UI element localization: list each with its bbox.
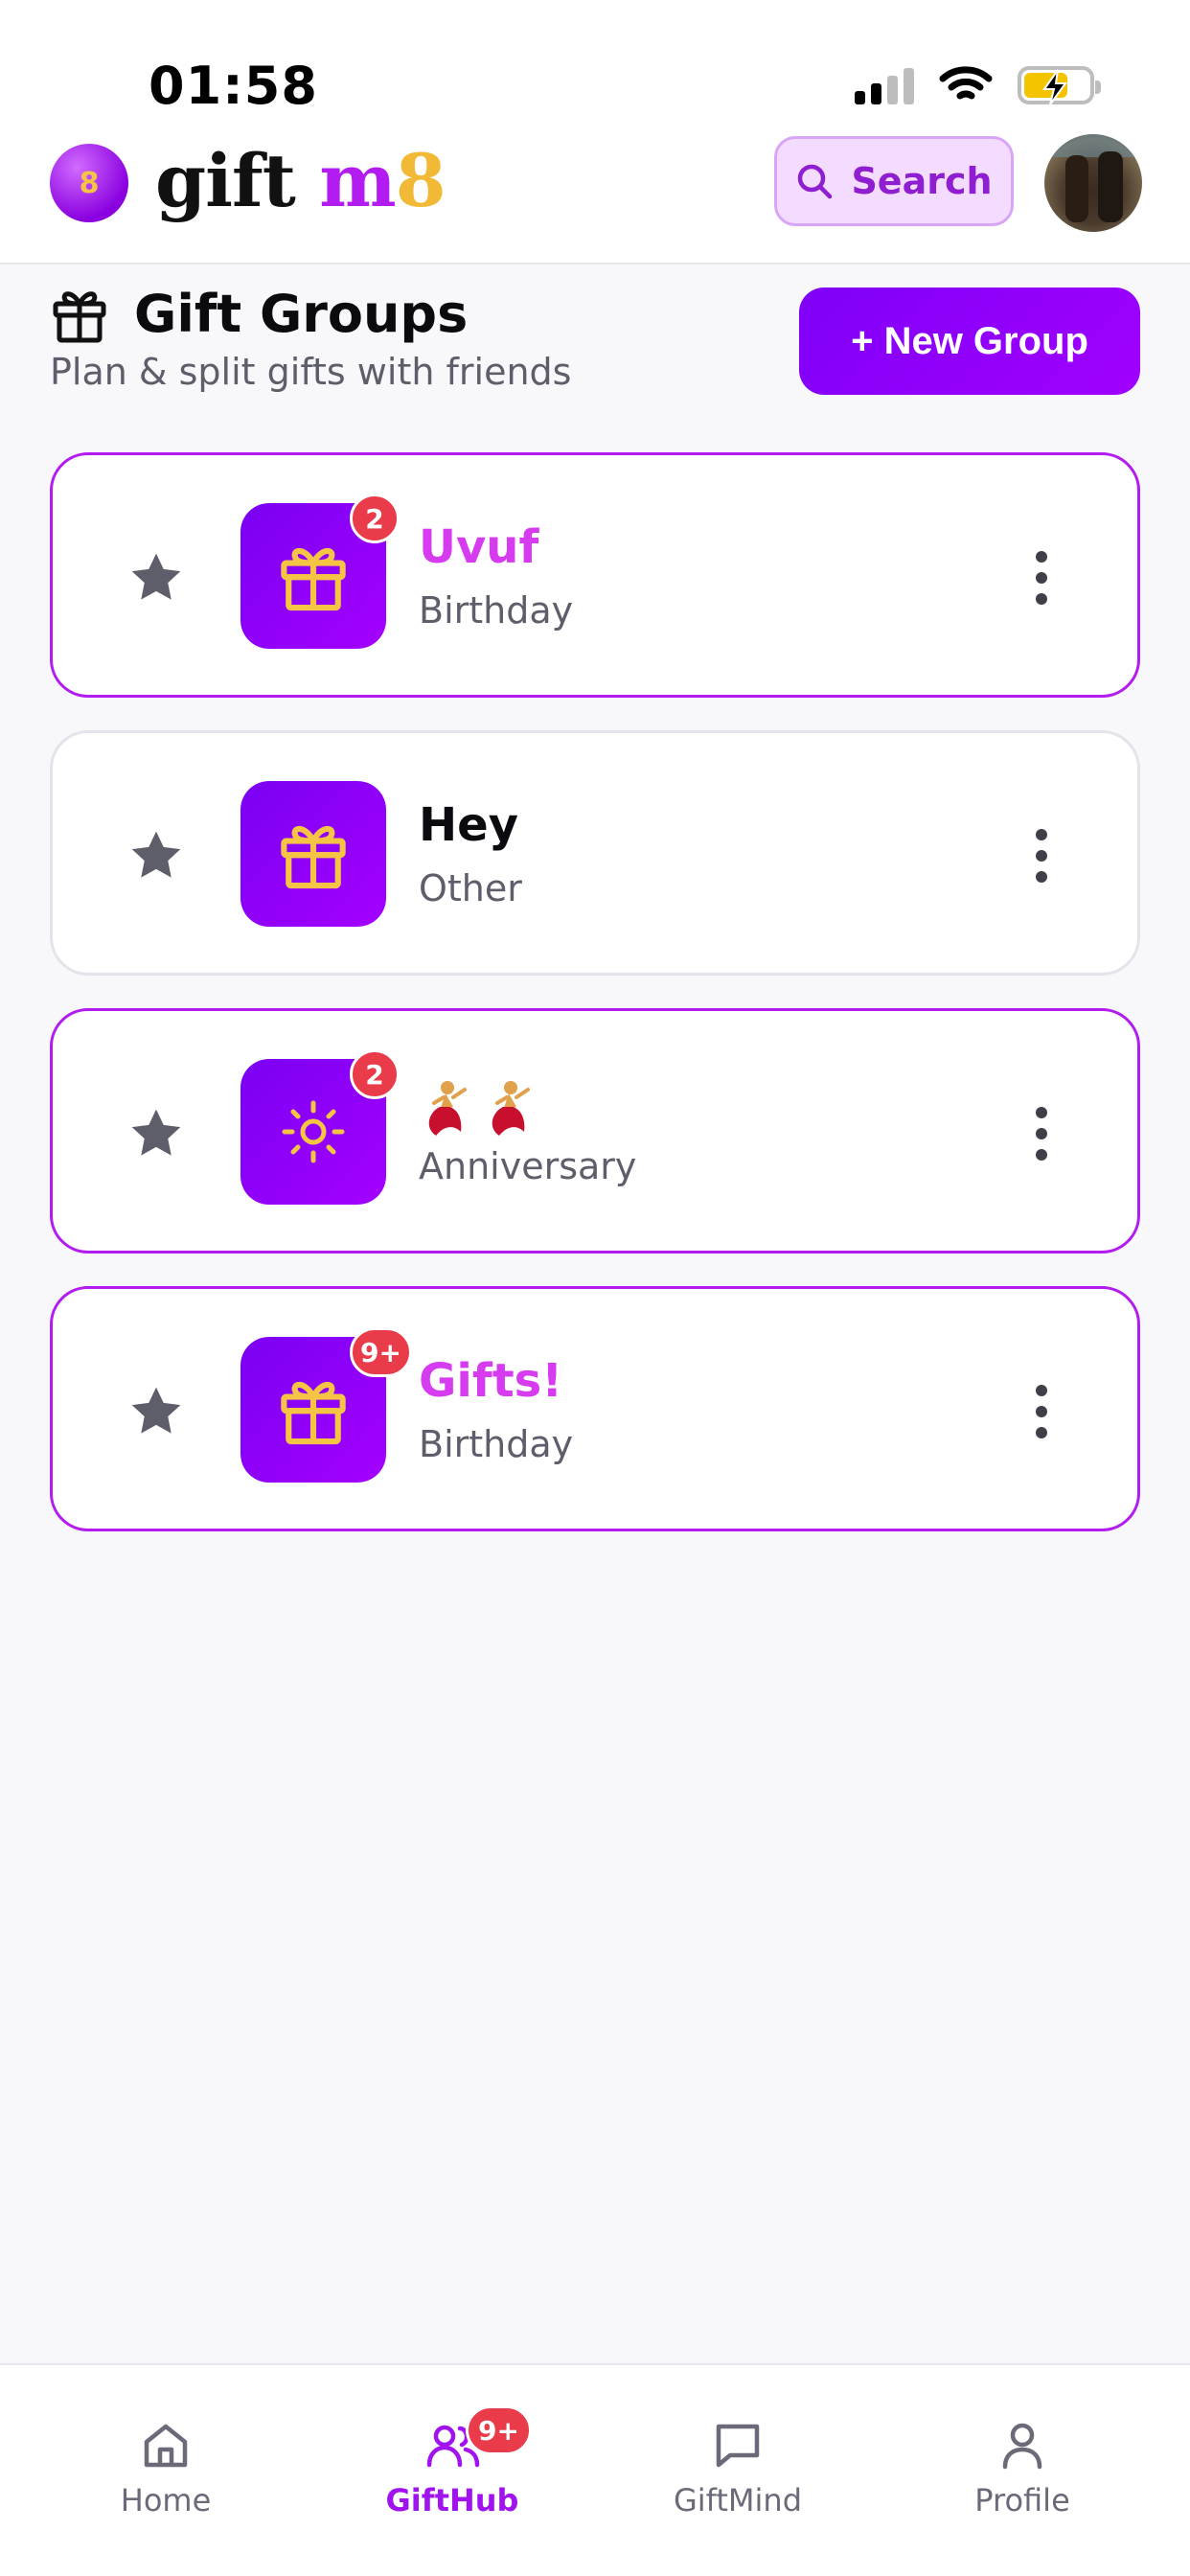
star-icon[interactable]	[126, 825, 187, 886]
page-title: Gift Groups	[134, 284, 469, 344]
nav-item-gifthub[interactable]: GiftHub 9+	[347, 2405, 558, 2518]
user-icon	[1002, 2423, 1042, 2470]
dancer-emoji	[428, 1081, 530, 1136]
star-icon[interactable]	[126, 547, 187, 609]
group-name: Uvuf	[419, 520, 539, 574]
bottom-nav: Home GiftHub 9+ GiftMind Profile	[0, 2363, 1190, 2576]
wifi-icon	[939, 66, 993, 100]
notification-badge: 2	[350, 1049, 400, 1099]
gift-icon	[281, 1381, 346, 1445]
section-header: Gift Groups	[50, 284, 468, 344]
status-icons	[855, 65, 1101, 105]
gift-icon	[281, 547, 346, 611]
star-icon[interactable]	[126, 1103, 187, 1164]
group-name: Hey	[419, 798, 519, 852]
search-label: Search	[851, 160, 993, 202]
status-bar: 01:58	[0, 0, 1190, 134]
notification-badge: 9+	[350, 1327, 412, 1377]
nav-label: Profile	[974, 2482, 1070, 2518]
group-name	[419, 1078, 549, 1151]
app-header: 8 gift m8 Search	[0, 134, 1190, 264]
home-icon	[144, 2424, 188, 2468]
nav-label: Home	[120, 2482, 212, 2518]
page-subtitle: Plan & split gifts with friends	[50, 351, 572, 393]
more-options-icon[interactable]	[1022, 825, 1061, 886]
nav-item-giftmind[interactable]: GiftMind	[632, 2419, 843, 2518]
app-logo: gift m8	[155, 138, 446, 223]
sun-icon	[282, 1100, 345, 1163]
chat-icon	[716, 2424, 760, 2468]
group-type: Birthday	[419, 1423, 574, 1465]
group-card[interactable]: Hey Other	[50, 730, 1140, 976]
battery-icon	[1018, 66, 1101, 105]
group-name: Gifts!	[419, 1354, 563, 1408]
group-type: Anniversary	[419, 1145, 637, 1187]
avatar[interactable]	[1044, 134, 1142, 232]
more-options-icon[interactable]	[1022, 547, 1061, 609]
notification-badge: 2	[350, 494, 400, 543]
gift-icon	[281, 825, 346, 889]
group-type: Other	[419, 867, 522, 909]
group-type: Birthday	[419, 589, 574, 632]
gift-icon	[53, 290, 106, 342]
group-card[interactable]: 2 Anniversary	[50, 1008, 1140, 1254]
more-options-icon[interactable]	[1022, 1103, 1061, 1164]
nav-label: GiftHub	[385, 2482, 519, 2518]
group-card[interactable]: 2 Uvuf Birthday	[50, 452, 1140, 698]
new-group-button[interactable]: + New Group	[799, 288, 1140, 395]
nav-item-home[interactable]: Home	[60, 2419, 271, 2518]
logo-badge: 8	[50, 144, 128, 222]
more-options-icon[interactable]	[1022, 1381, 1061, 1442]
group-card[interactable]: 9+ Gifts! Birthday	[50, 1286, 1140, 1531]
star-icon[interactable]	[126, 1381, 187, 1442]
nav-notification-badge: 9+	[466, 2405, 532, 2455]
search-button[interactable]: Search	[774, 136, 1014, 226]
nav-label: GiftMind	[673, 2482, 803, 2518]
status-time: 01:58	[149, 56, 318, 116]
search-icon	[798, 164, 833, 199]
signal-icon	[855, 66, 914, 104]
nav-item-profile[interactable]: Profile	[917, 2419, 1128, 2518]
group-icon-tile	[240, 781, 386, 927]
